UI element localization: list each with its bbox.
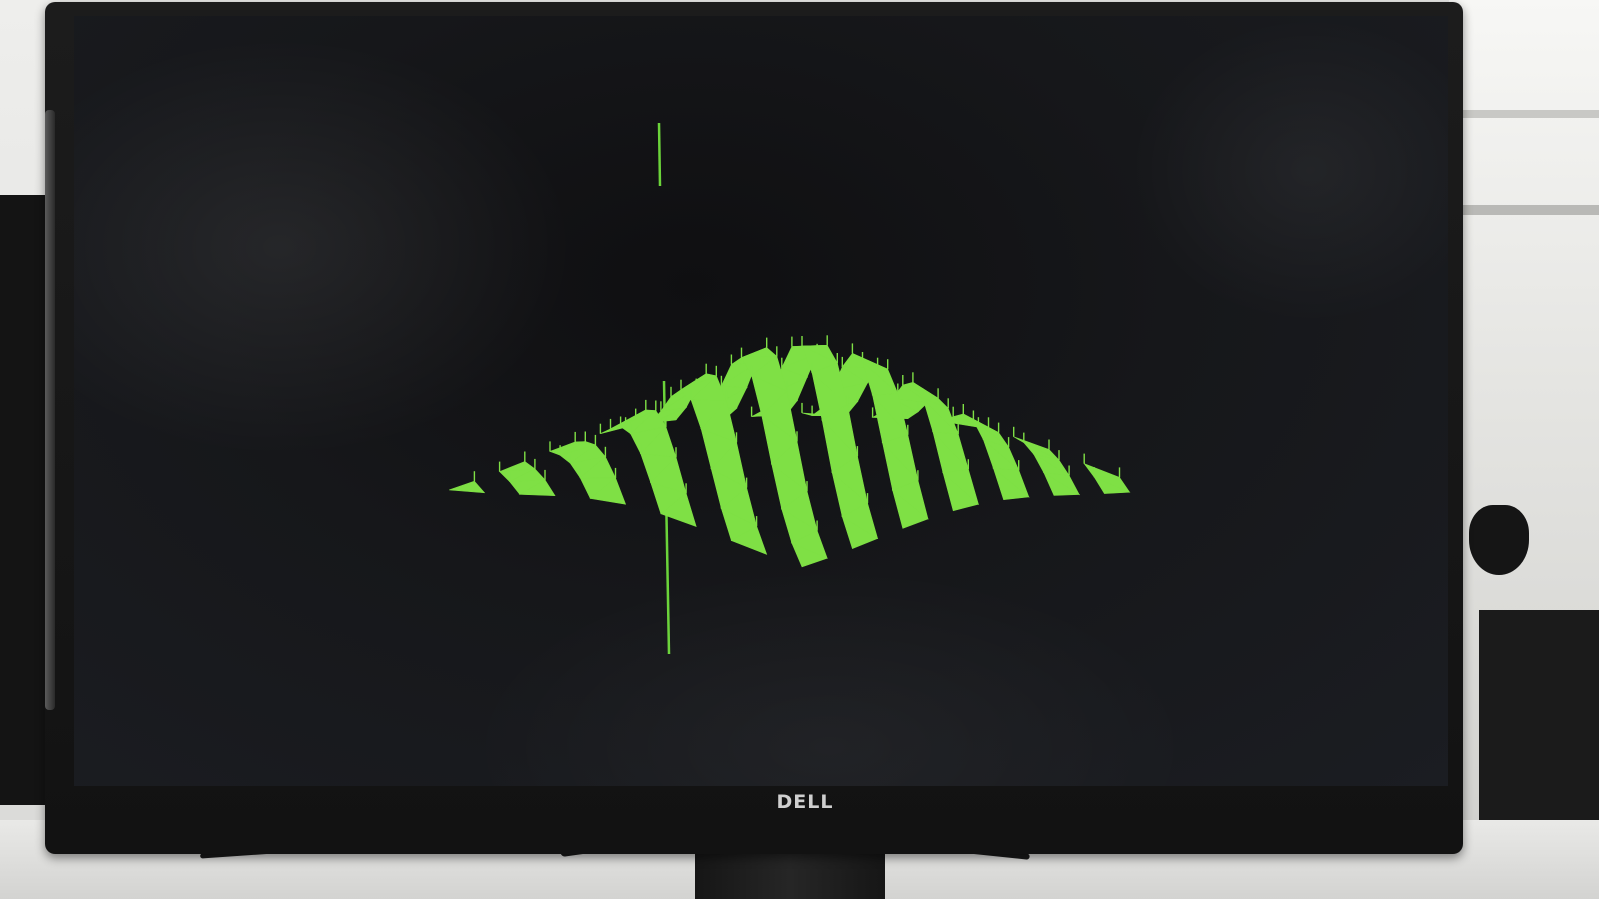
monitor-screen [74, 16, 1448, 786]
monitor-brand-logo: DELL [776, 791, 834, 813]
background-chair [1469, 505, 1529, 575]
z-axis-top-segment [657, 122, 662, 187]
surface-plot [449, 122, 1131, 655]
plot-axes [657, 122, 671, 655]
background-shelf [1459, 110, 1599, 118]
background-shelf [1459, 205, 1599, 215]
monitor-bezel-highlight [45, 110, 55, 710]
surface-triangle [1083, 462, 1120, 478]
photo-scene: DELL [0, 0, 1599, 899]
surface-triangle [741, 347, 778, 358]
surface-triangle [449, 480, 486, 494]
surface-mesh [449, 335, 1131, 568]
